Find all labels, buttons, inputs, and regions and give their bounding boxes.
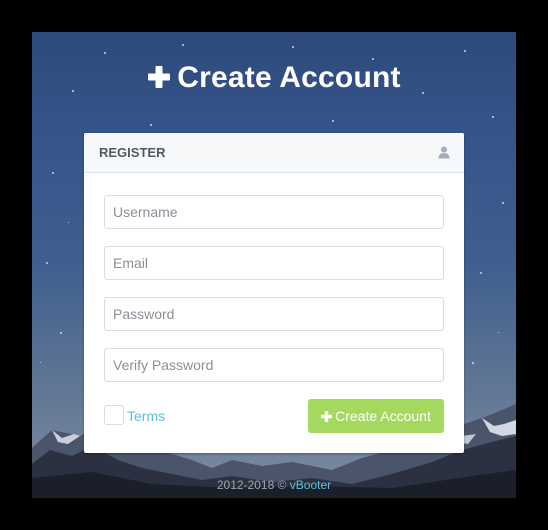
password-field[interactable] [104,297,445,331]
email-field[interactable] [104,246,445,280]
verify-password-input[interactable] [105,349,445,381]
email-input[interactable] [105,247,445,279]
panel-header-label: REGISTER [99,145,166,160]
plus-icon [321,410,333,422]
user-icon [438,146,450,159]
username-input[interactable] [105,196,445,228]
username-field[interactable] [104,195,445,229]
footer: 2012-2018 © vBooter [32,478,516,492]
page-background: Create Account REGISTER Terms [32,32,516,498]
create-account-button-label: Create Account [335,408,431,424]
plus-icon [148,66,171,89]
terms-link[interactable]: Terms [127,408,165,424]
password-input[interactable] [105,298,445,330]
page-title: Create Account [32,56,516,100]
create-account-button[interactable]: Create Account [308,399,444,433]
panel-header: REGISTER [84,133,464,173]
brand-link[interactable]: vBooter [290,478,331,492]
copyright-text: 2012-2018 © [216,478,290,492]
terms-checkbox[interactable] [104,405,124,425]
register-panel: REGISTER Terms Create Account [84,133,464,453]
verify-password-field[interactable] [104,348,445,382]
page-title-text: Create Account [177,61,401,94]
